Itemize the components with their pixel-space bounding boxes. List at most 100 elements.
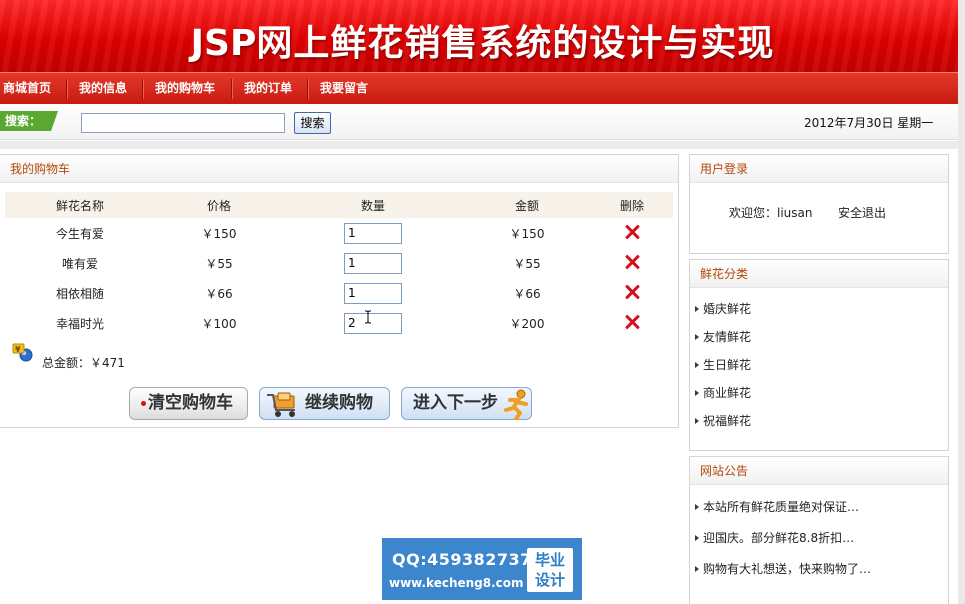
list-item[interactable]: 友情鲜花	[695, 326, 751, 354]
arrow-bullet-icon	[695, 390, 699, 396]
notice-link[interactable]: 本站所有鲜花质量绝对保证…	[703, 500, 859, 514]
column-header-delete: 删除	[591, 192, 673, 218]
watermark-label: 毕业 设计	[527, 548, 573, 592]
money-icon: ¥	[12, 343, 33, 362]
watermark-label-line2: 设计	[534, 571, 565, 589]
cell-price: ￥150	[201, 226, 237, 241]
arrow-bullet-icon	[695, 535, 699, 541]
cell-delete	[591, 278, 673, 308]
cart-table-header: 鲜花名称 价格 数量 金额 删除	[5, 192, 673, 218]
list-item[interactable]: 迎国庆。部分鲜花8.8折扣…	[695, 526, 871, 557]
category-link[interactable]: 商业鲜花	[703, 386, 751, 400]
arrow-bullet-icon	[695, 504, 699, 510]
cell-amount: ￥66	[513, 286, 541, 301]
arrow-bullet-icon	[695, 418, 699, 424]
category-link[interactable]: 婚庆鲜花	[703, 302, 751, 316]
site-title-cn: 网上鲜花销售系统的设计与实现	[256, 23, 775, 64]
cell-delete	[591, 218, 673, 248]
delete-x-icon[interactable]	[624, 284, 640, 300]
delete-x-icon[interactable]	[624, 254, 640, 270]
search-button[interactable]: 搜索	[294, 112, 331, 134]
watermark-url: www.kecheng8.com	[389, 576, 524, 590]
quantity-input[interactable]	[344, 312, 402, 334]
bullet-dot-icon	[141, 401, 146, 406]
cell-name: 相依相随	[55, 286, 104, 301]
arrow-bullet-icon	[695, 566, 699, 572]
continue-shopping-button[interactable]: 继续购物	[259, 387, 390, 420]
list-item[interactable]: 生日鲜花	[695, 354, 751, 382]
cell-delete	[591, 248, 673, 278]
next-step-button[interactable]: 进入下一步	[401, 387, 532, 420]
search-label: 搜索：	[0, 111, 58, 131]
continue-shopping-label: 继续购物	[305, 393, 373, 413]
notice-panel-title: 网站公告	[690, 457, 948, 485]
cell-quantity	[283, 218, 463, 248]
notice-link[interactable]: 购物有大礼想送，快来购物了…	[703, 562, 871, 576]
cell-amount: ￥200	[509, 316, 545, 331]
table-row: 今生有爱 ￥150 ￥150	[5, 218, 673, 248]
notice-link[interactable]: 迎国庆。部分鲜花8.8折扣…	[703, 531, 854, 545]
nav-divider	[307, 79, 308, 99]
site-title-en: JSP	[190, 23, 257, 64]
divider-strip	[0, 141, 958, 149]
svg-text:¥: ¥	[15, 345, 21, 354]
cell-amount: ￥150	[509, 226, 545, 241]
arrow-bullet-icon	[695, 306, 699, 312]
login-panel: 用户登录 欢迎您：liusan 安全退出	[689, 154, 949, 254]
clear-cart-button[interactable]: 清空购物车	[129, 387, 248, 420]
nav-item-home[interactable]: 商城首页	[3, 73, 51, 104]
watermark-qq: QQ:459382737	[392, 550, 532, 569]
quantity-input[interactable]	[344, 222, 402, 244]
login-panel-title: 用户登录	[690, 155, 948, 183]
nav-divider	[231, 79, 232, 99]
delete-x-icon[interactable]	[624, 224, 640, 240]
column-header-name: 鲜花名称	[5, 192, 155, 218]
cell-price: ￥100	[201, 316, 237, 331]
cell-price: ￥55	[205, 256, 233, 271]
watermark-badge: QQ:459382737 www.kecheng8.com 毕业 设计	[382, 538, 582, 600]
cell-quantity	[283, 278, 463, 308]
notice-list: 本站所有鲜花质量绝对保证… 迎国庆。部分鲜花8.8折扣… 购物有大礼想送，快来购…	[695, 495, 871, 588]
nav-item-leave-message[interactable]: 我要留言	[320, 73, 368, 104]
cell-delete	[591, 308, 673, 338]
arrow-bullet-icon	[695, 334, 699, 340]
list-item[interactable]: 商业鲜花	[695, 382, 751, 410]
table-row: 相依相随 ￥66 ￥66	[5, 278, 673, 308]
quantity-input[interactable]	[344, 252, 402, 274]
welcome-text: 欢迎您：liusan	[729, 206, 813, 220]
column-header-amount: 金额	[463, 192, 591, 218]
column-header-price: 价格	[155, 192, 283, 218]
runner-icon	[504, 389, 528, 420]
arrow-bullet-icon	[695, 362, 699, 368]
cell-name: 今生有爱	[55, 226, 104, 241]
category-link[interactable]: 生日鲜花	[703, 358, 751, 372]
cart-panel-title: 我的购物车	[0, 155, 678, 183]
next-step-label: 进入下一步	[413, 393, 498, 413]
cell-name: 唯有爱	[61, 256, 98, 271]
logout-link[interactable]: 安全退出	[838, 204, 886, 221]
list-item[interactable]: 婚庆鲜花	[695, 298, 751, 326]
category-link[interactable]: 友情鲜花	[703, 330, 751, 344]
list-item[interactable]: 本站所有鲜花质量绝对保证…	[695, 495, 871, 526]
nav-item-my-cart[interactable]: 我的购物车	[155, 73, 215, 104]
nav-item-my-orders[interactable]: 我的订单	[244, 73, 292, 104]
category-panel: 鲜花分类 婚庆鲜花 友情鲜花 生日鲜花 商业鲜花 祝福鲜花	[689, 259, 949, 451]
category-link[interactable]: 祝福鲜花	[703, 414, 751, 428]
column-header-quantity: 数量	[283, 192, 463, 218]
quantity-input[interactable]	[344, 282, 402, 304]
list-item[interactable]: 祝福鲜花	[695, 410, 751, 438]
nav-item-my-info[interactable]: 我的信息	[79, 73, 127, 104]
cell-amount: ￥55	[513, 256, 541, 271]
search-bar: 搜索： 搜索 2012年7月30日 星期一	[0, 104, 958, 140]
cell-name: 幸福时光	[55, 316, 104, 331]
delete-x-icon[interactable]	[624, 314, 640, 330]
window-edge	[958, 0, 965, 604]
cell-price: ￥66	[205, 286, 233, 301]
notice-panel: 网站公告 本站所有鲜花质量绝对保证… 迎国庆。部分鲜花8.8折扣… 购物有大礼想…	[689, 456, 949, 604]
search-input[interactable]	[81, 113, 285, 133]
cell-quantity	[283, 308, 463, 338]
list-item[interactable]: 购物有大礼想送，快来购物了…	[695, 557, 871, 588]
cart-total: 总金额：￥471	[42, 356, 125, 370]
header-banner: JSP网上鲜花销售系统的设计与实现	[0, 0, 965, 72]
nav-divider	[142, 79, 143, 99]
